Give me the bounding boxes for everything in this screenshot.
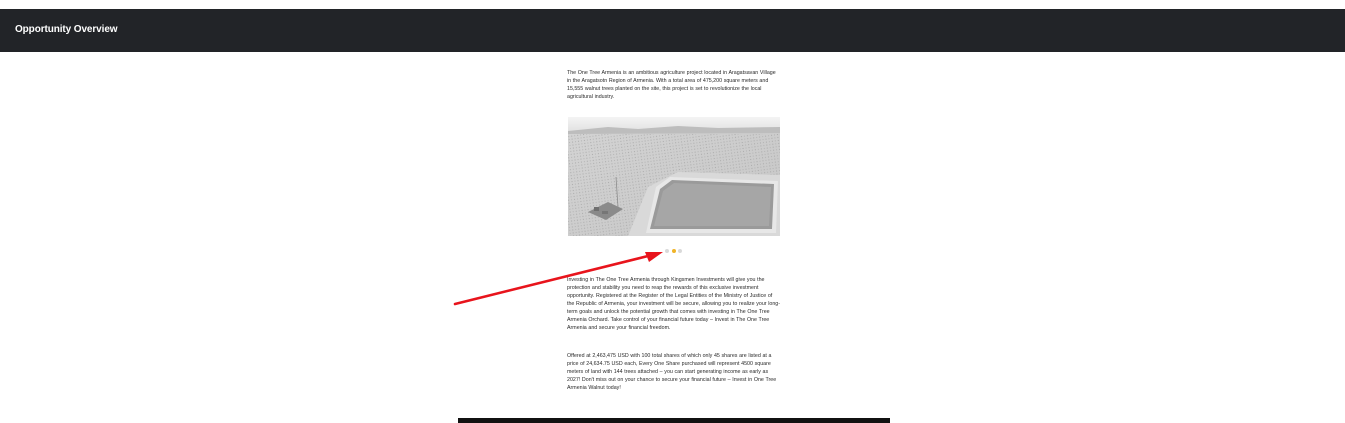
bottom-bar-mark bbox=[666, 419, 672, 423]
top-strip bbox=[0, 0, 1345, 9]
orchard-aerial-image bbox=[568, 117, 780, 236]
page-title: Opportunity Overview bbox=[15, 24, 118, 35]
investment-paragraph: Investing in The One Tree Armenia throug… bbox=[567, 277, 781, 331]
project-photo[interactable] bbox=[568, 117, 780, 236]
bottom-bar bbox=[458, 418, 890, 423]
carousel-indicators bbox=[664, 249, 688, 255]
carousel-dot[interactable] bbox=[678, 249, 682, 253]
offer-paragraph: Offered at 2,463,475 USD with 100 total … bbox=[567, 353, 777, 391]
carousel-dot-active[interactable] bbox=[672, 249, 676, 253]
carousel-dot[interactable] bbox=[665, 249, 669, 253]
page-header: Opportunity Overview bbox=[0, 9, 1345, 52]
intro-paragraph: The One Tree Armenia is an ambitious agr… bbox=[567, 70, 776, 100]
